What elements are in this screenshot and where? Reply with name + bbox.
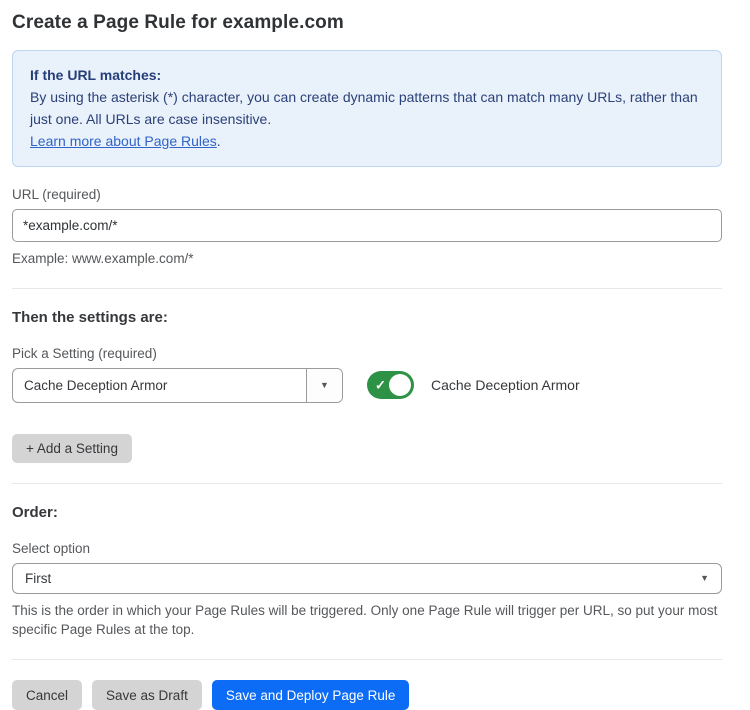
order-select-value: First [25, 571, 700, 586]
info-box-body: By using the asterisk (*) character, you… [30, 86, 704, 130]
toggle-knob [389, 374, 411, 396]
chevron-down-icon: ▼ [700, 574, 709, 583]
cancel-button[interactable]: Cancel [12, 680, 82, 710]
info-box-heading: If the URL matches: [30, 64, 704, 86]
create-page-rule-form: Create a Page Rule for example.com If th… [0, 0, 750, 710]
page-title: Create a Page Rule for example.com [12, 10, 722, 50]
divider [12, 659, 722, 660]
toggle-label: Cache Deception Armor [431, 377, 580, 393]
divider [12, 483, 722, 484]
link-suffix: . [217, 133, 221, 149]
check-icon: ✓ [375, 379, 386, 392]
setting-toggle-wrap: ✓ Cache Deception Armor [367, 371, 580, 399]
footer-actions: Cancel Save as Draft Save and Deploy Pag… [12, 680, 722, 710]
cache-deception-armor-toggle[interactable]: ✓ [367, 371, 414, 399]
setting-select-value: Cache Deception Armor [13, 369, 306, 402]
order-select-label: Select option [12, 541, 722, 556]
settings-section-heading: Then the settings are: [12, 309, 722, 326]
setting-row: Cache Deception Armor ▼ ✓ Cache Deceptio… [12, 368, 722, 403]
url-field-helper: Example: www.example.com/* [12, 249, 722, 268]
url-input[interactable] [12, 209, 722, 242]
save-as-draft-button[interactable]: Save as Draft [92, 680, 202, 710]
order-helper-text: This is the order in which your Page Rul… [12, 601, 722, 639]
order-select[interactable]: First ▼ [12, 563, 722, 594]
setting-select[interactable]: Cache Deception Armor ▼ [12, 368, 343, 403]
add-setting-button[interactable]: + Add a Setting [12, 434, 132, 463]
divider [12, 288, 722, 289]
save-and-deploy-button[interactable]: Save and Deploy Page Rule [212, 680, 410, 710]
order-section-heading: Order: [12, 504, 722, 521]
url-field-label: URL (required) [12, 187, 722, 202]
setting-select-arrow-button[interactable]: ▼ [306, 369, 342, 402]
url-match-info-box: If the URL matches: By using the asteris… [12, 50, 722, 167]
chevron-down-icon: ▼ [320, 381, 329, 390]
info-box-link-line: Learn more about Page Rules. [30, 130, 704, 152]
setting-picker-label: Pick a Setting (required) [12, 346, 722, 361]
learn-more-link[interactable]: Learn more about Page Rules [30, 133, 217, 149]
